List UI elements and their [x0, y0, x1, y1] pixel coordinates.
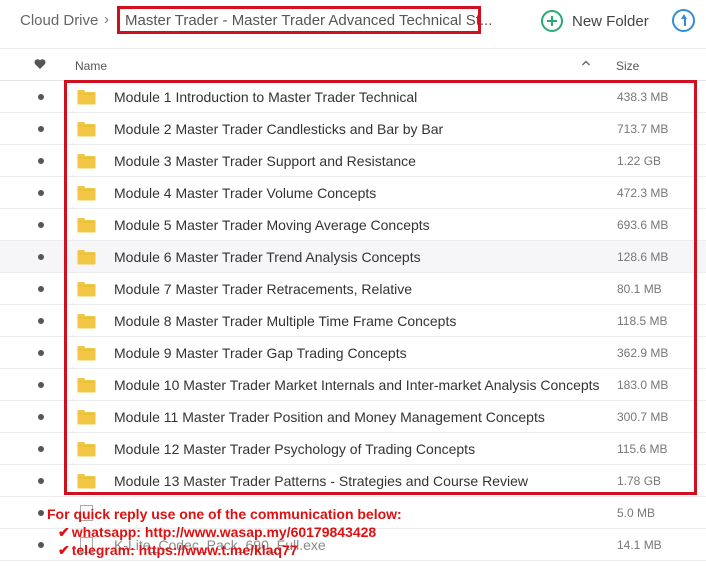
- caret-up-icon[interactable]: [580, 57, 592, 69]
- header-bar: Cloud Drive › Master Trader - Master Tra…: [0, 0, 706, 44]
- new-folder-button[interactable]: New Folder: [541, 9, 649, 33]
- row-size: 438.3 MB: [617, 90, 669, 104]
- row-size: 472.3 MB: [617, 186, 669, 200]
- row-name[interactable]: Module 2 Master Trader Candlesticks and …: [114, 121, 443, 137]
- row-size: 693.6 MB: [617, 218, 669, 232]
- row-name[interactable]: Module 12 Master Trader Psychology of Tr…: [114, 441, 475, 457]
- row-bullet: [38, 446, 44, 452]
- folder-icon: [77, 218, 96, 233]
- column-header: Name Size: [0, 48, 706, 81]
- row-bullet: [38, 126, 44, 132]
- row-bullet: [38, 94, 44, 100]
- row-name[interactable]: Module 3 Master Trader Support and Resis…: [114, 153, 416, 169]
- row-bullet: [38, 478, 44, 484]
- row-size: 300.7 MB: [617, 410, 669, 424]
- row-size: 1.22 GB: [617, 154, 662, 168]
- row-name[interactable]: Module 6 Master Trader Trend Analysis Co…: [114, 249, 421, 265]
- row-size: 118.5 MB: [617, 314, 668, 328]
- row-size: 5.0 MB: [617, 506, 656, 520]
- row-name[interactable]: Module 5 Master Trader Moving Average Co…: [114, 217, 430, 233]
- table-row[interactable]: Module 3 Master Trader Support and Resis…: [0, 145, 706, 177]
- row-name[interactable]: Module 13 Master Trader Patterns - Strat…: [114, 473, 528, 489]
- folder-icon: [77, 378, 96, 393]
- folder-icon: [77, 250, 96, 265]
- row-size: 713.7 MB: [617, 122, 669, 136]
- folder-icon: [77, 154, 96, 169]
- row-bullet: [38, 222, 44, 228]
- overlay-line-2: ✔ whatsapp: http://www.wasap.my/601798434…: [58, 524, 376, 541]
- table-row[interactable]: Module 13 Master Trader Patterns - Strat…: [0, 465, 706, 497]
- overlay-whatsapp-text: whatsapp: http://www.wasap.my/6017984342…: [71, 524, 377, 540]
- folder-icon: [77, 442, 96, 457]
- row-name[interactable]: Module 10 Master Trader Market Internals…: [114, 377, 600, 393]
- row-size: 14.1 MB: [617, 538, 662, 552]
- row-name[interactable]: Module 7 Master Trader Retracements, Rel…: [114, 281, 412, 297]
- folder-icon: [77, 90, 96, 105]
- column-name-header[interactable]: Name: [75, 59, 107, 73]
- row-size: 183.0 MB: [617, 378, 669, 392]
- table-row[interactable]: Module 11 Master Trader Position and Mon…: [0, 401, 706, 433]
- checkmark-icon: ✔: [58, 524, 70, 540]
- table-row[interactable]: Module 8 Master Trader Multiple Time Fra…: [0, 305, 706, 337]
- folder-icon: [77, 122, 96, 137]
- checkmark-icon: ✔: [58, 542, 70, 558]
- table-row[interactable]: Module 1 Introduction to Master Trader T…: [0, 81, 706, 113]
- column-size-header[interactable]: Size: [616, 59, 639, 73]
- folder-icon: [77, 282, 96, 297]
- table-row[interactable]: Module 12 Master Trader Psychology of Tr…: [0, 433, 706, 465]
- overlay-line-1: For quick reply use one of the communica…: [47, 506, 402, 522]
- plus-circle-icon: [541, 10, 563, 32]
- row-bullet: [38, 350, 44, 356]
- breadcrumb-root[interactable]: Cloud Drive: [20, 12, 98, 29]
- row-bullet: [38, 382, 44, 388]
- table-row[interactable]: Module 2 Master Trader Candlesticks and …: [0, 113, 706, 145]
- row-bullet: [38, 254, 44, 260]
- table-row[interactable]: Module 10 Master Trader Market Internals…: [0, 369, 706, 401]
- heart-icon[interactable]: [34, 58, 46, 70]
- table-row[interactable]: Module 6 Master Trader Trend Analysis Co…: [0, 241, 706, 273]
- row-bullet: [38, 318, 44, 324]
- table-row[interactable]: Module 9 Master Trader Gap Trading Conce…: [0, 337, 706, 369]
- row-size: 80.1 MB: [617, 282, 662, 296]
- breadcrumb-highlight-box: [117, 6, 481, 34]
- folder-icon: [77, 314, 96, 329]
- row-name[interactable]: Module 8 Master Trader Multiple Time Fra…: [114, 313, 456, 329]
- row-name[interactable]: Module 11 Master Trader Position and Mon…: [114, 409, 545, 425]
- row-bullet: [38, 510, 44, 516]
- row-bullet: [38, 286, 44, 292]
- folder-icon: [77, 410, 96, 425]
- row-bullet: [38, 414, 44, 420]
- row-name[interactable]: Module 4 Master Trader Volume Concepts: [114, 185, 376, 201]
- folder-icon: [77, 186, 96, 201]
- row-size: 1.78 GB: [617, 474, 662, 488]
- new-folder-label: New Folder: [572, 12, 649, 30]
- folder-icon: [77, 474, 96, 489]
- table-row[interactable]: Module 7 Master Trader Retracements, Rel…: [0, 273, 706, 305]
- row-bullet: [38, 190, 44, 196]
- overlay-telegram-text: telegram: https://www.t.me/klaq77: [71, 542, 298, 558]
- upload-icon[interactable]: [672, 9, 695, 32]
- table-row[interactable]: Module 5 Master Trader Moving Average Co…: [0, 209, 706, 241]
- row-name[interactable]: Module 1 Introduction to Master Trader T…: [114, 89, 417, 105]
- row-size: 362.9 MB: [617, 346, 669, 360]
- row-bullet: [38, 542, 44, 548]
- overlay-line-3: ✔ telegram: https://www.t.me/klaq77: [58, 542, 298, 559]
- folder-icon: [77, 346, 96, 361]
- row-bullet: [38, 158, 44, 164]
- chevron-right-icon: ›: [104, 11, 109, 28]
- row-size: 128.6 MB: [617, 250, 669, 264]
- row-size: 115.6 MB: [617, 442, 668, 456]
- row-name[interactable]: Module 9 Master Trader Gap Trading Conce…: [114, 345, 407, 361]
- table-row[interactable]: Module 4 Master Trader Volume Concepts 47…: [0, 177, 706, 209]
